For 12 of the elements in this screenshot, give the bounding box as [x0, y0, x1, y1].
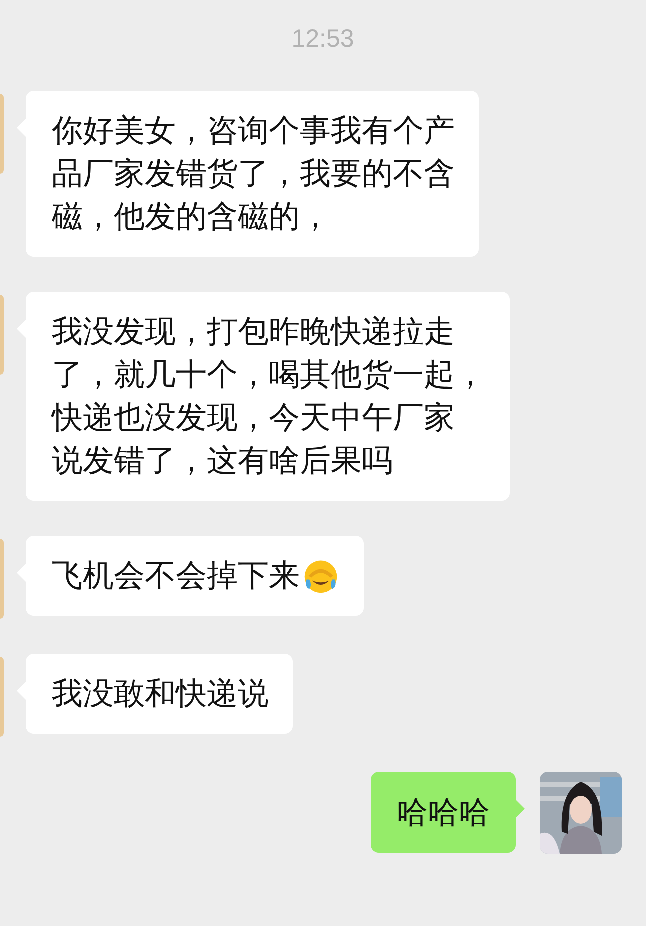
message-text: 飞机会不会掉下来 — [52, 557, 300, 595]
message-text: 快递也没发现，今天中午厂家 — [52, 399, 456, 437]
message-text: 你好美女，咨询个事我有个产 — [52, 112, 455, 150]
message-text: 说发错了，这有啥后果吗 — [52, 442, 394, 480]
message-text: 磁，他发的含磁的， — [52, 198, 332, 236]
message-text: 我没敢和快递说 — [52, 675, 269, 713]
message-text: 哈哈哈 — [397, 794, 490, 832]
timestamp: 12:53 — [290, 24, 356, 55]
avatar[interactable] — [540, 772, 622, 854]
message-text: 品厂家发错货了，我要的不含 — [52, 155, 455, 193]
message-text: 了，就几十个，喝其他货一起， — [52, 356, 486, 394]
message-text: 我没发现，打包昨晚快递拉走 — [52, 313, 456, 351]
